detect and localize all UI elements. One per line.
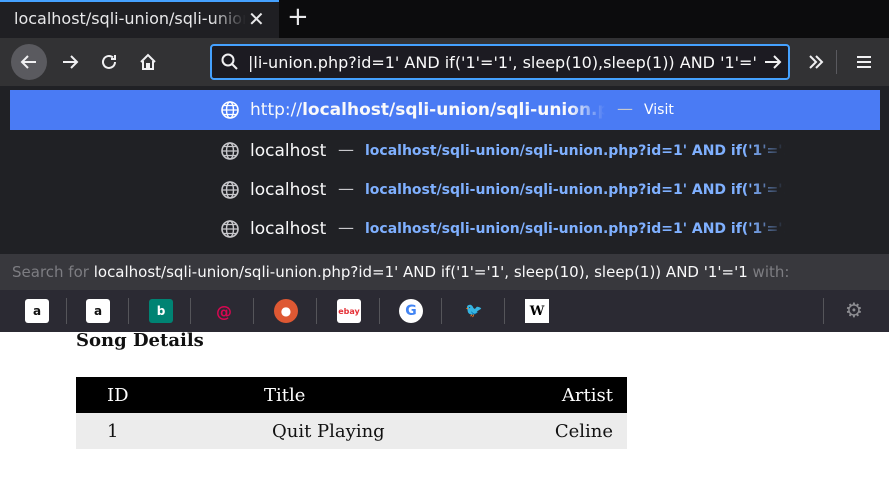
table-cell: Quit Playing — [264, 413, 474, 449]
suggestion-url: localhost/sqli-union/sqli-union.php?id=1… — [365, 143, 785, 159]
go-arrow-icon[interactable] — [762, 51, 784, 73]
hamburger-icon — [857, 56, 871, 68]
column-header: Title — [264, 377, 474, 413]
navigation-toolbar: |li-union.php?id=1' AND if('1'='1', slee… — [0, 38, 889, 86]
back-arrow-icon — [20, 55, 36, 69]
forward-button[interactable] — [54, 46, 86, 78]
search-for-suffix: with: — [752, 263, 790, 281]
suggestion-title: localhost — [250, 219, 327, 239]
twitter-icon[interactable]: 🐦 — [462, 299, 486, 323]
suggestion-visit[interactable]: http://localhost/sqli-union/sqli-union.p… — [10, 90, 880, 130]
engine-divider — [441, 298, 442, 324]
overflow-menu-button[interactable] — [800, 46, 832, 78]
suggestion-row[interactable]: localhost — localhost/sqli-union/sqli-un… — [10, 170, 880, 210]
suggestion-url: http://localhost/sqli-union/sqli-union.p… — [250, 100, 605, 120]
search-engine-bar: a a b @ ● ebay G 🐦 W ⚙ — [0, 290, 889, 332]
toolbar-divider — [836, 50, 837, 74]
table-header-row: ID Title Artist — [76, 377, 627, 413]
gear-icon[interactable]: ⚙ — [845, 298, 863, 322]
new-tab-button[interactable]: + — [287, 2, 309, 32]
page-content: Song Details ID Title Artist 1 Quit Play… — [0, 330, 889, 492]
url-suggestions: http://localhost/sqli-union/sqli-union.p… — [0, 86, 889, 254]
double-chevron-icon — [809, 55, 824, 69]
engine-divider — [66, 298, 67, 324]
reload-button[interactable] — [93, 46, 125, 78]
reload-icon — [102, 54, 116, 69]
tab-active[interactable]: localhost/sqli-union/sqli-union.php?id=1… — [0, 0, 279, 38]
suggestion-row[interactable]: localhost — localhost/sqli-union/sqli-un… — [10, 131, 880, 171]
separator-dash: — — [338, 140, 354, 159]
globe-icon — [221, 101, 239, 119]
table-cell: 1 — [76, 413, 264, 449]
home-button[interactable] — [132, 46, 164, 78]
suggestion-title: localhost — [250, 141, 327, 161]
amazon-icon[interactable]: a — [86, 299, 110, 323]
debian-icon[interactable]: @ — [212, 299, 236, 323]
engine-divider — [504, 298, 505, 324]
wikipedia-icon[interactable]: W — [525, 299, 549, 323]
table-row: 1 Quit Playing Celine — [76, 413, 627, 449]
song-table: ID Title Artist 1 Quit Playing Celine — [76, 377, 627, 449]
tab-title: localhost/sqli-union/sqli-union.php?id=1… — [14, 9, 246, 28]
engine-divider — [823, 298, 824, 324]
search-for-query: localhost/sqli-union/sqli-union.php?id=1… — [93, 263, 748, 281]
engine-divider — [190, 298, 191, 324]
ebay-icon[interactable]: ebay — [337, 299, 361, 323]
globe-icon — [221, 220, 239, 238]
amazon-icon[interactable]: a — [25, 299, 49, 323]
close-icon[interactable]: ✕ — [248, 7, 265, 31]
column-header: ID — [76, 377, 264, 413]
engine-divider — [379, 298, 380, 324]
search-icon — [221, 53, 238, 70]
google-icon[interactable]: G — [399, 299, 423, 323]
back-button[interactable] — [11, 44, 47, 80]
globe-icon — [221, 142, 239, 160]
separator-dash: — — [338, 218, 354, 237]
engine-divider — [128, 298, 129, 324]
separator-dash: — — [617, 99, 633, 118]
table-cell: Celine — [474, 413, 627, 449]
tab-strip: localhost/sqli-union/sqli-union.php?id=1… — [0, 0, 889, 38]
search-for-header: Search for localhost/sqli-union/sqli-uni… — [0, 254, 889, 290]
app-menu-button[interactable] — [848, 46, 880, 78]
engine-divider — [253, 298, 254, 324]
duckduckgo-icon[interactable]: ● — [274, 299, 298, 323]
visit-label: Visit — [644, 102, 674, 118]
column-header: Artist — [474, 377, 627, 413]
home-icon — [140, 53, 156, 70]
url-bar[interactable]: |li-union.php?id=1' AND if('1'='1', slee… — [210, 44, 790, 80]
forward-arrow-icon — [63, 55, 79, 69]
bing-icon[interactable]: b — [149, 299, 173, 323]
page-title: Song Details — [76, 330, 204, 351]
suggestion-title: localhost — [250, 180, 327, 200]
globe-icon — [221, 181, 239, 199]
search-for-prefix: Search for — [12, 263, 89, 281]
separator-dash: — — [338, 179, 354, 198]
engine-divider — [316, 298, 317, 324]
url-input[interactable]: |li-union.php?id=1' AND if('1'='1', slee… — [248, 53, 758, 73]
suggestion-row[interactable]: localhost — localhost/sqli-union/sqli-un… — [10, 209, 880, 249]
suggestion-url: localhost/sqli-union/sqli-union.php?id=1… — [365, 221, 785, 237]
suggestion-url: localhost/sqli-union/sqli-union.php?id=1… — [365, 182, 785, 198]
